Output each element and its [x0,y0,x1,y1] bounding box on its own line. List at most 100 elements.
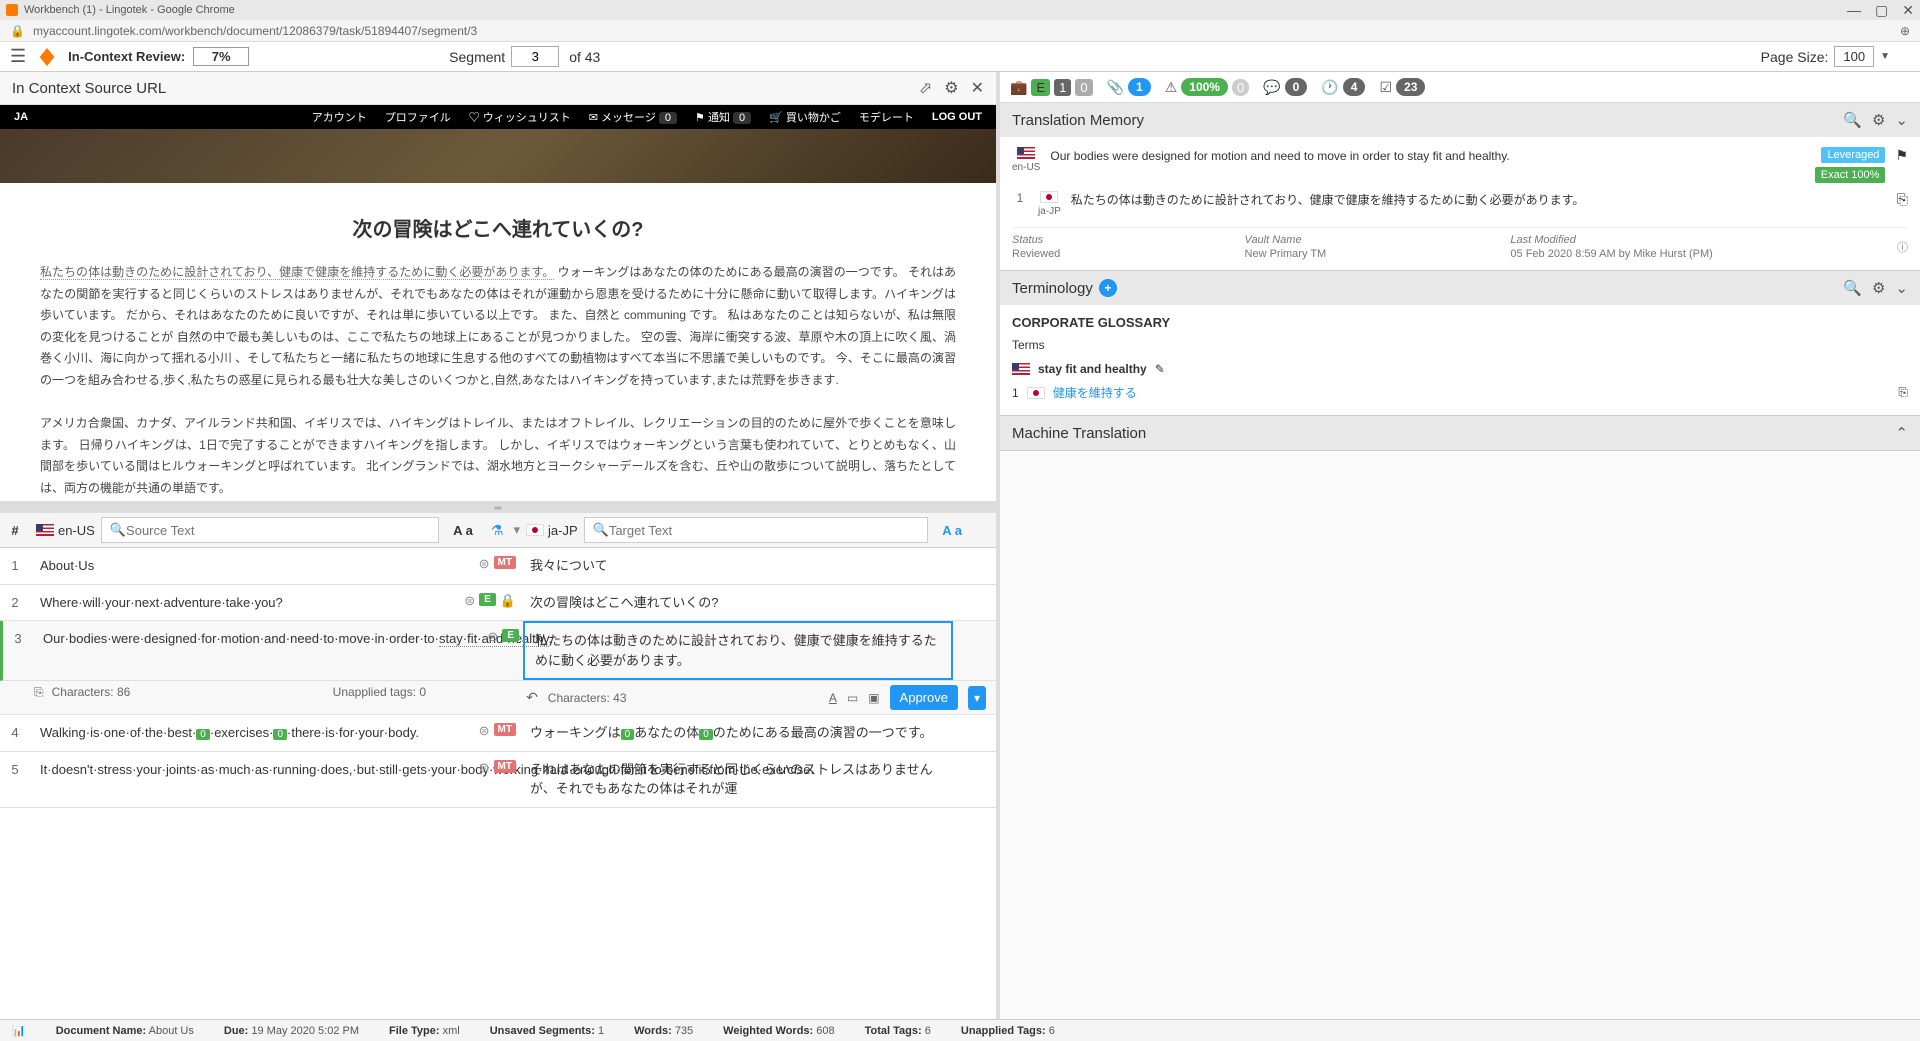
us-flag-icon [36,524,54,536]
folder-icon[interactable]: ▣ [868,691,879,705]
top-toolbar: ☰ In-Context Review: 7% Segment of 43 Pa… [0,42,1920,72]
segment-label: Segment [449,49,505,65]
add-term-icon[interactable]: + [1099,279,1117,297]
close-icon[interactable]: ✕ [1902,2,1914,19]
nav-wishlist[interactable]: ♡ ウィッシュリスト [469,109,571,125]
preview-text: 私たちの体は動きのために設計されており、健康で健康を維持するために動く必要があり… [40,262,956,500]
segment-num: 1 [0,548,30,584]
copy-icon[interactable]: ⎘ [1897,191,1908,208]
url-text[interactable]: myaccount.lingotek.com/workbench/documen… [33,24,477,38]
filter-tag-icon: ⊜ [479,760,490,776]
flag-icon[interactable]: ⚑ [1895,147,1908,164]
maximize-icon[interactable]: ▢ [1875,2,1888,19]
warning-icon[interactable]: ⚠ [1165,79,1178,96]
us-flag-icon [1012,363,1030,375]
page-size-dropdown-icon[interactable]: ▼ [1880,51,1890,62]
attachment-icon[interactable]: 📎 [1107,79,1124,96]
nav-moderate[interactable]: モデレート [859,109,914,125]
clock-icon[interactable]: 🕐 [1321,79,1338,96]
context-title: In Context Source URL [12,80,166,97]
approve-dropdown-icon[interactable]: ▾ [968,686,986,710]
info-icon[interactable]: ⓘ [1897,239,1908,255]
chevron-down-icon[interactable]: ⌄ [1895,111,1908,129]
chevron-down-icon[interactable]: ⌄ [1895,279,1908,297]
horizontal-divider[interactable]: ═ [0,505,996,513]
tgt-case-toggle[interactable]: A a [942,523,962,538]
stats-icon[interactable]: 📊 [12,1024,26,1037]
terms-label: Terms [1012,338,1908,352]
segment-number-input[interactable] [511,46,559,67]
leveraged-tag: Leveraged [1821,147,1885,163]
segment-num: 4 [0,715,30,751]
nav-profile[interactable]: プロファイル [385,109,451,125]
jp-flag-icon [526,524,544,536]
logo-icon[interactable] [36,46,58,68]
undo-icon[interactable]: ↶ [526,689,538,706]
preview-title: 次の冒険はどこへ連れていくの? [40,213,956,242]
preview-nav: JA アカウント プロファイル ♡ ウィッシュリスト ✉ メッセージ 0 ⚑ 通… [0,105,996,129]
search-icon: 🔍 [593,522,609,538]
page-size-label: Page Size: [1761,49,1829,65]
filter-tag-icon: ⊜ [479,723,490,739]
e-tag: E [479,593,496,606]
nav-notice[interactable]: ⚑ 通知 0 [695,109,751,125]
target-editor[interactable]: 私たちの体は動きのために設計されており、健康で健康を維持するために動く必要があり… [523,621,953,680]
status-bar: 📊 Document Name: About Us Due: 19 May 20… [0,1019,1920,1041]
window-title: Workbench (1) - Lingotek - Google Chrome [24,4,235,16]
nav-cart[interactable]: 🛒 買い物かご [769,109,841,125]
nav-messages[interactable]: ✉ メッセージ 0 [589,109,677,125]
copy-icon[interactable]: ⎘ [1898,385,1908,400]
check-icon[interactable]: ☑ [1379,79,1392,96]
menu-icon[interactable]: ☰ [10,46,26,67]
filter-tag-icon: ⊜ [487,629,498,645]
us-flag-icon [1017,147,1035,159]
mt-tag: MT [494,723,516,736]
tm-target-text: 私たちの体は動きのために設計されており、健康で健康を維持するために動く必要があり… [1071,191,1887,209]
target-text[interactable]: 我々について [520,548,950,584]
chevron-up-icon[interactable]: ⌃ [1895,424,1908,442]
segment-row-active[interactable]: 3 Our·bodies·were·designed·for·motion·an… [0,621,996,681]
src-case-toggle[interactable]: A a [453,523,473,538]
format-underline-icon[interactable]: A [829,691,837,705]
target-text[interactable]: 次の冒険はどこへ連れていくの? [520,585,950,621]
tgt-search-box[interactable]: 🔍 [584,517,929,543]
src-search-box[interactable]: 🔍 [101,517,439,543]
target-text[interactable]: それはあなたの関節を実行すると同じくらいのストレスはありませんが、それでもあなた… [520,752,950,807]
source-text: About·Us [30,548,460,584]
segment-row[interactable]: 2 Where·will·your·next·adventure·take·yo… [0,585,996,622]
filter-tag-icon: ⊜ [479,556,490,572]
unapplied-tags: Unapplied tags: 0 [333,685,426,710]
close-context-icon[interactable]: ✕ [971,78,984,98]
gear-icon[interactable]: ⚙ [1872,279,1885,297]
tgt-search-input[interactable] [609,523,919,538]
src-search-input[interactable] [126,523,430,538]
nav-account[interactable]: アカウント [312,109,367,125]
card-icon[interactable]: ▭ [847,691,858,705]
preview-lang-badge: JA [14,111,28,123]
approve-button[interactable]: Approve [890,685,958,710]
gear-icon[interactable]: ⚙ [944,78,958,98]
copy-icon[interactable]: ⎘ [34,685,44,710]
search-icon[interactable]: 🔍 [1843,111,1862,129]
target-text[interactable]: ウォーキングは0あなたの体0のためにある最高の演習の一つです。 [520,715,950,751]
segment-row[interactable]: 1 About·Us ⊜MT 我々について [0,548,996,585]
addr-menu-icon[interactable]: ⊕ [1900,24,1910,38]
terminology-panel: Terminology + 🔍 ⚙ ⌄ CORPORATE GLOSSARY T… [1000,271,1920,416]
search-icon[interactable]: 🔍 [1843,279,1862,297]
grid-header: # en-US 🔍 A a ⚗ ▾ ja-JP [0,513,996,548]
minimize-icon[interactable]: — [1847,2,1861,19]
filter-icon[interactable]: ⚗ [491,522,504,539]
edit-icon[interactable]: ✎ [1155,362,1165,376]
open-external-icon[interactable]: ⬀ [919,78,932,98]
segment-row[interactable]: 4 Walking·is·one·of·the·best·0·exercises… [0,715,996,752]
source-text: Where·will·your·next·adventure·take·you? [30,585,460,621]
exact-tag: Exact 100% [1815,167,1886,183]
nav-logout[interactable]: LOG OUT [932,111,982,123]
segment-row[interactable]: 5 It·doesn't·stress·your·joints·as·much·… [0,752,996,808]
chat-icon[interactable]: 💬 [1263,79,1280,96]
segment-num: 3 [3,621,33,680]
gear-icon[interactable]: ⚙ [1872,111,1885,129]
page-size-value[interactable]: 100 [1834,46,1874,67]
segment-total: of 43 [569,49,600,65]
left-pane: In Context Source URL ⬀ ⚙ ✕ JA アカウント プロフ… [0,72,1000,1021]
